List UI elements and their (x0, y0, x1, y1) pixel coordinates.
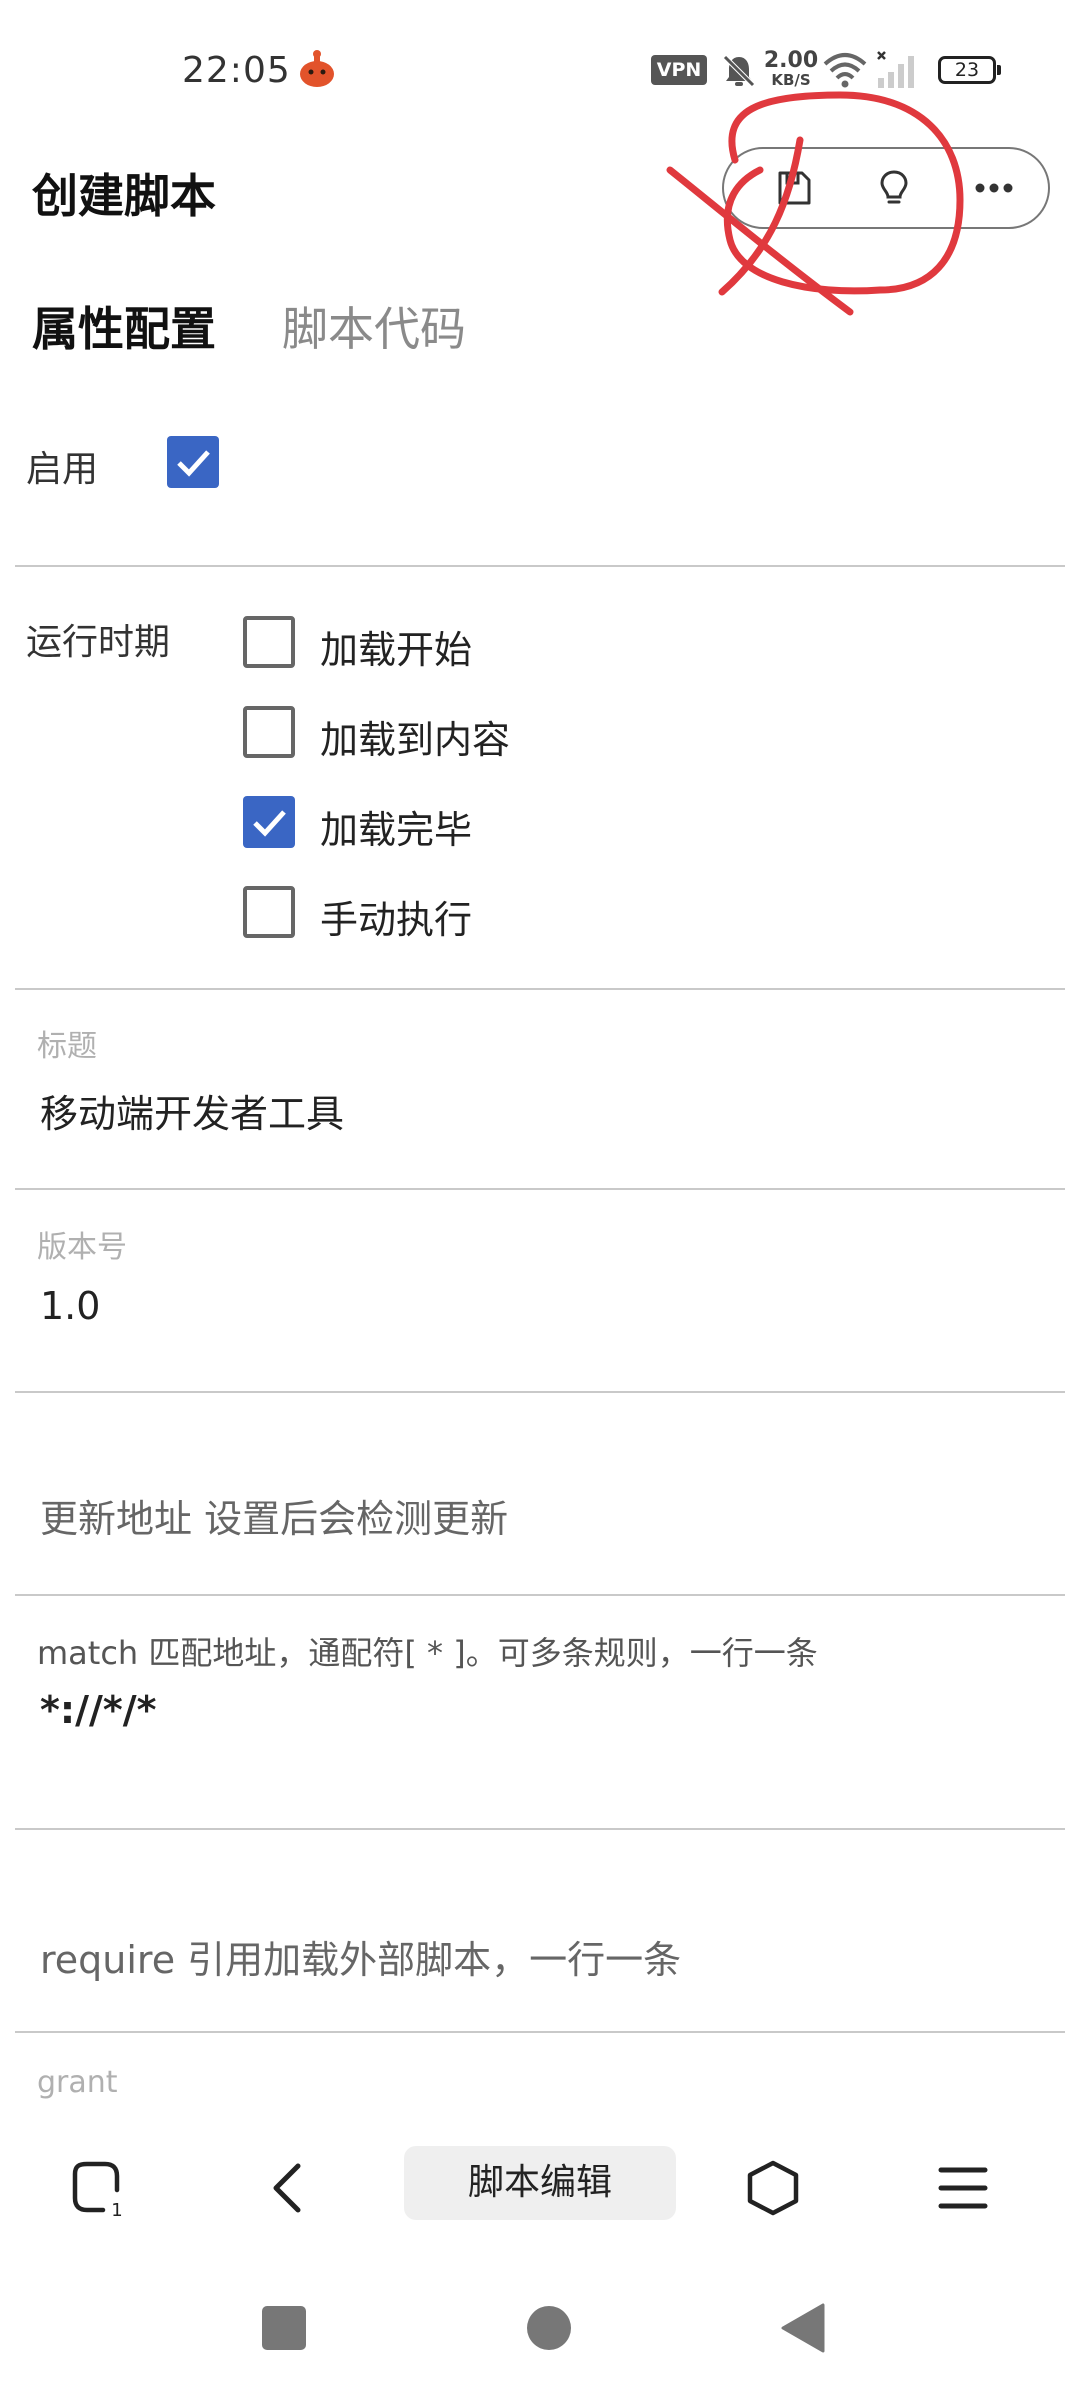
run-at-option-checkbox[interactable] (243, 706, 295, 758)
back-button[interactable] (245, 2143, 335, 2233)
version-caption: 版本号 (37, 1230, 127, 1265)
run-at-option-label[interactable]: 加载完毕 (320, 799, 472, 854)
home-button[interactable] (728, 2143, 818, 2233)
wifi-icon (823, 53, 867, 88)
home-circle-icon (527, 2306, 571, 2350)
checkmark-icon (253, 810, 286, 837)
enabled-label: 启用 (26, 449, 99, 490)
status-time: 22:05 (182, 50, 291, 91)
run-at-option-checkbox[interactable] (243, 796, 295, 848)
menu-icon (938, 2167, 988, 2209)
require-input[interactable]: require 引用加载外部脚本，一行一条 (40, 1929, 681, 1984)
version-input[interactable]: 1.0 (40, 1284, 100, 1328)
page-title: 创建脚本 (32, 169, 216, 223)
grant-caption: grant (37, 2065, 118, 2100)
run-at-option-checkbox[interactable] (243, 886, 295, 938)
match-caption: match 匹配地址，通配符[ * ]。可多条规则，一行一条 (37, 1634, 818, 1672)
run-at-label: 运行时期 (26, 622, 171, 663)
back-icon (273, 2163, 301, 2213)
status-bar: 22:05 VPN 2.00 KB/S 23 (0, 0, 1080, 140)
divider (15, 1594, 1065, 1596)
divider (15, 988, 1065, 990)
script-edit-title[interactable]: 脚本编辑 (404, 2146, 676, 2220)
network-speed: 2.00 KB/S (762, 50, 820, 88)
save-icon (778, 171, 811, 205)
run-at-option-label[interactable]: 加载开始 (320, 619, 472, 674)
recents-square-icon (262, 2306, 306, 2350)
enabled-checkbox[interactable] (167, 436, 219, 488)
tips-button[interactable] (844, 149, 944, 227)
match-input[interactable]: *://*/* (40, 1688, 156, 1732)
signal-icon (877, 51, 914, 88)
save-button[interactable] (744, 149, 844, 227)
update-url-input[interactable]: 更新地址 设置后会检测更新 (40, 1488, 508, 1543)
more-button[interactable] (944, 149, 1044, 227)
run-at-option-label[interactable]: 加载到内容 (320, 709, 510, 764)
browser-bottom-bar: 1 脚本编辑 (0, 2103, 1080, 2263)
tabs-button[interactable]: 1 (52, 2143, 142, 2233)
divider (15, 565, 1065, 567)
title-input[interactable]: 移动端开发者工具 (40, 1083, 344, 1138)
header-actions (722, 147, 1050, 229)
tabs-icon: 1 (72, 2161, 123, 2220)
home-icon (747, 2160, 799, 2216)
back-triangle-icon (781, 2303, 825, 2353)
script-editor-screen: 22:05 VPN 2.00 KB/S 23 创建脚本 属性配置 脚本代码 启用… (0, 0, 1080, 2400)
battery-icon: 23 (938, 56, 1001, 84)
tab-count: 1 (111, 2200, 122, 2220)
app-notification-icon (300, 50, 334, 87)
checkmark-icon (177, 450, 210, 477)
more-icon (975, 183, 1013, 193)
divider (15, 1188, 1065, 1190)
menu-button[interactable] (918, 2143, 1008, 2233)
system-navigation-bar (0, 2263, 1080, 2400)
run-at-option-checkbox[interactable] (243, 616, 295, 668)
tab-script-code[interactable]: 脚本代码 (282, 293, 466, 359)
tab-properties[interactable]: 属性配置 (32, 293, 216, 359)
divider (15, 1828, 1065, 1830)
run-at-option-label[interactable]: 手动执行 (320, 889, 472, 944)
system-back-button[interactable] (768, 2293, 838, 2363)
recents-button[interactable] (249, 2293, 319, 2363)
system-home-button[interactable] (514, 2293, 584, 2363)
title-caption: 标题 (37, 1029, 97, 1064)
divider (15, 2031, 1065, 2033)
vpn-badge: VPN (651, 55, 707, 85)
network-speed-value: 2.00 (763, 48, 819, 73)
divider (15, 1391, 1065, 1393)
bell-muted-icon (723, 55, 755, 87)
network-speed-unit: KB/S (771, 71, 811, 89)
lightbulb-icon (880, 170, 908, 204)
